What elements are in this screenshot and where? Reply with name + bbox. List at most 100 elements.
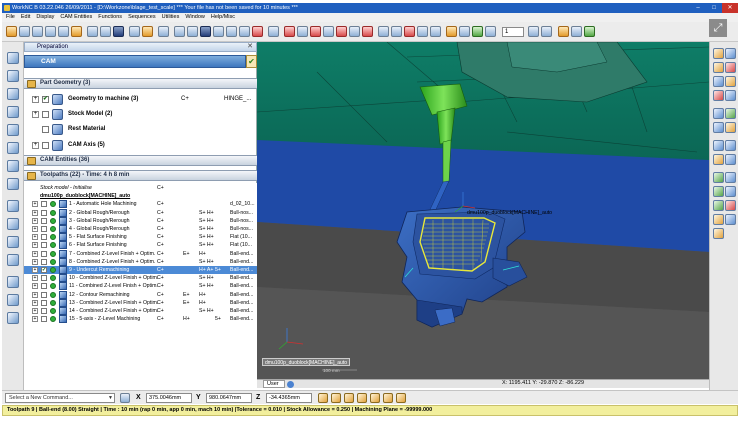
3d-viewport[interactable]: dmu100p_duoblock[MACHINE]_auto dmu100p_d… [257,42,709,379]
visibility-checkbox[interactable] [41,283,47,290]
visibility-checkbox[interactable] [41,217,47,224]
zoom-out-icon[interactable] [725,140,736,151]
tool-library-icon[interactable] [7,124,19,136]
expand-icon[interactable]: + [32,201,38,208]
expand-icon[interactable]: + [32,234,38,241]
visibility-checkbox[interactable] [41,316,47,323]
color-red-icon[interactable] [725,62,736,73]
toolpath-row[interactable]: Stock model - Initialise C+ [24,184,257,192]
invert-icon[interactable] [725,90,736,101]
expand-icon[interactable]: + [32,226,38,232]
view-top-icon[interactable] [187,26,198,37]
snap-point-icon[interactable] [331,393,341,403]
part-geometry-item[interactable]: + ✔ Geometry to machine (3) C+ HINGE_... [24,92,257,107]
cam-selector[interactable]: CAM [24,55,246,68]
visibility-checkbox[interactable] [42,142,49,149]
cube-red-4-icon[interactable] [404,26,415,37]
snap-icon[interactable] [318,393,328,403]
cam-entities-header[interactable]: CAM Entities (36) [24,155,257,166]
snap-line-icon[interactable] [344,393,354,403]
view-right-icon[interactable] [213,26,224,37]
surface-icon[interactable] [7,294,19,306]
info-icon[interactable] [725,214,736,225]
visibility-checkbox[interactable] [41,209,47,216]
zoom-icon[interactable] [129,26,140,37]
view-front-icon[interactable] [174,26,185,37]
display-icon[interactable] [100,26,111,37]
report-icon[interactable] [7,218,19,230]
rotate-blue-icon[interactable] [297,26,308,37]
verify-icon[interactable] [7,236,19,248]
expand-icon[interactable]: + [32,142,39,149]
expand-icon[interactable]: + [32,250,38,257]
part-geometry-item[interactable]: Rest Material [24,122,257,137]
cube-blue-icon[interactable] [323,26,334,37]
cube-blue-6-icon[interactable] [430,26,441,37]
visibility-checkbox[interactable] [41,201,47,208]
snap-end-icon[interactable] [396,393,406,403]
machine-icon[interactable] [7,160,19,172]
cube-blue-3-icon[interactable] [378,26,389,37]
layer-show-icon[interactable] [713,122,724,133]
menu-utilities[interactable]: Utilities [162,13,180,22]
menu-cam-entities[interactable]: CAM Entities [60,13,92,22]
shading-icon[interactable] [252,26,263,37]
visibility-checkbox[interactable] [42,111,49,118]
zoom-in-icon[interactable] [713,140,724,151]
expand-icon[interactable]: + [32,111,39,118]
cube-blue-4-icon[interactable] [391,26,402,37]
select-all-icon[interactable] [725,108,736,119]
menu-edit[interactable]: Edit [21,13,30,22]
expand-icon[interactable]: + [32,275,38,282]
expand-icon[interactable]: + [32,96,39,103]
toolpath-row[interactable]: +6 - Flat Surface Finishing C+ S+ H+ Flat (… [24,241,257,250]
layer-hide-icon[interactable] [725,122,736,133]
fit-icon[interactable] [713,154,724,165]
menu-file[interactable]: File [6,13,15,22]
visibility-checkbox[interactable] [41,275,47,282]
toolpath-row[interactable]: +4 - Global Rough/Rerough C+ S+ H+ Bull-nos… [24,225,257,233]
tool-green-3-icon[interactable] [713,200,724,211]
expand-icon[interactable]: + [32,217,38,224]
tool-icon[interactable] [558,26,569,37]
snap-grid-icon[interactable] [383,393,393,403]
visibility-checkbox[interactable] [41,234,47,241]
cam-confirm-button[interactable]: ✔ [246,55,257,68]
axis-view-icon[interactable] [158,26,169,37]
menu-sequences[interactable]: Sequences [128,13,156,22]
save-icon[interactable] [32,26,43,37]
filter-icon[interactable] [725,48,736,59]
tool-green-2-icon[interactable] [713,186,724,197]
show-icon[interactable] [725,76,736,87]
visibility-checkbox[interactable] [41,299,47,306]
visibility-checkbox[interactable] [42,126,49,133]
toolpath-row[interactable]: +2 - Global Rough/Rerough C+ S+ H+ Bull-nos… [24,208,257,217]
layer-icon[interactable] [87,26,98,37]
level-spinner[interactable]: 1 [502,27,524,37]
redo-icon[interactable] [71,26,82,37]
close-button[interactable]: ✕ [722,3,738,13]
collision-icon[interactable] [725,200,736,211]
visibility-checkbox[interactable] [41,291,47,298]
toolpath-row[interactable]: +15 - 5-axis - Z-Level Machining C+ H+ 5+ Ba… [24,315,257,324]
toolpath-row[interactable]: +3 - Global Rough/Rerough C+ S+ H+ Bull-nos… [24,216,257,225]
expand-icon[interactable]: + [32,291,38,298]
postprocess-icon[interactable] [7,200,19,212]
visibility-checkbox[interactable]: ✔ [41,267,47,273]
axis-2-icon[interactable] [713,228,724,239]
toolpath-icon[interactable] [7,142,19,154]
undo-icon[interactable] [58,26,69,37]
print-icon[interactable] [45,26,56,37]
toolpath-row[interactable]: +14 - Combined Z-Level Finish + Optim. C+… [24,307,257,315]
tool-green-icon[interactable] [713,172,724,183]
visibility-checkbox[interactable] [41,250,47,257]
expand-icon[interactable]: + [32,283,38,290]
rotate-red-icon[interactable] [284,26,295,37]
toolpaths-header[interactable]: Toolpaths (22) - Time: 4 h 8 min [24,170,257,181]
expand-icon[interactable]: + [32,209,38,216]
window-zoom-icon[interactable] [725,154,736,165]
prep-icon[interactable] [7,52,19,64]
holder-2-icon[interactable] [725,186,736,197]
visibility-checkbox[interactable]: ✔ [42,96,49,103]
part-geometry-item[interactable]: + CAM Axis (5) [24,138,257,153]
